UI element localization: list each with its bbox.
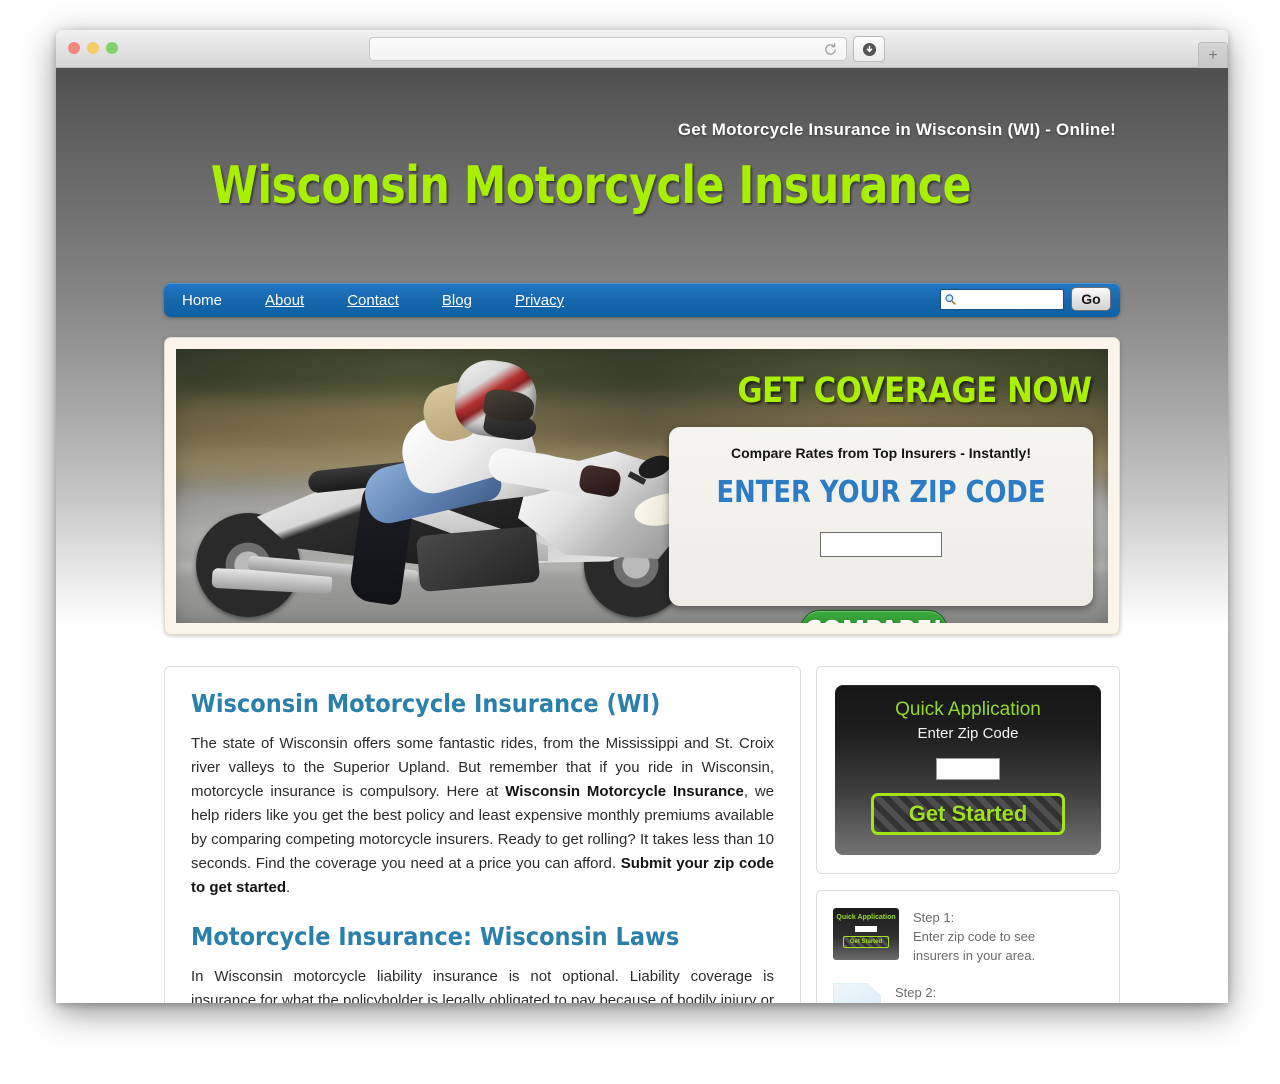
section-heading-laws: Motorcycle Insurance: Wisconsin Laws xyxy=(191,922,680,951)
search-input[interactable] xyxy=(957,291,1055,308)
search-icon xyxy=(945,294,956,305)
sidebar: Quick Application Enter Zip Code Get Sta… xyxy=(816,666,1120,1003)
nav-item-blog[interactable]: Blog xyxy=(442,292,496,309)
search-box[interactable] xyxy=(940,289,1064,310)
search-go-button[interactable]: Go xyxy=(1071,287,1111,311)
address-bar[interactable] xyxy=(369,37,847,61)
compare-button[interactable]: COMPARE! xyxy=(800,610,948,623)
quick-application-title: Quick Application xyxy=(895,699,1041,720)
window-controls[interactable] xyxy=(68,42,118,54)
page-viewport: Get Motorcycle Insurance in Wisconsin (W… xyxy=(56,68,1228,1003)
step-item: Step 2: xyxy=(833,983,1103,1003)
nav-item-privacy[interactable]: Privacy xyxy=(515,292,588,309)
steps-card: Quick Application Get Started Step 1: En… xyxy=(816,890,1120,1003)
browser-window: + Get Motorcycle Insurance in Wisconsin … xyxy=(56,30,1228,1003)
step-item: Quick Application Get Started Step 1: En… xyxy=(833,908,1103,965)
step-line-2: insurers in your area. xyxy=(913,948,1036,963)
maximize-window-button[interactable] xyxy=(106,42,118,54)
quick-application-thumbnail-icon: Quick Application Get Started xyxy=(833,908,899,960)
nav-item-about[interactable]: About xyxy=(265,292,328,309)
nav-item-contact[interactable]: Contact xyxy=(347,292,423,309)
intro-paragraph: The state of Wisconsin offers some fanta… xyxy=(191,732,774,900)
main-navigation: Home About Contact Blog Privacy Go xyxy=(164,283,1120,317)
download-button[interactable] xyxy=(853,36,885,62)
thumbnail-title: Quick Application xyxy=(836,914,896,921)
laws-paragraph: In Wisconsin motorcycle liability insura… xyxy=(191,968,774,1003)
paragraph-text: . xyxy=(286,879,291,896)
new-tab-button[interactable]: + xyxy=(1198,42,1228,68)
page-title: Wisconsin Motorcycle Insurance (WI) xyxy=(191,689,661,718)
hero-motorcycle-photo: GET COVERAGE NOW Compare Rates from Top … xyxy=(176,349,1108,623)
download-icon xyxy=(862,42,876,56)
step-line-1: Enter zip code to see xyxy=(913,929,1036,944)
site-title: Wisconsin Motorcycle Insurance xyxy=(210,156,972,216)
new-tab-label: + xyxy=(1208,46,1218,64)
browser-toolbar: + xyxy=(56,30,1228,68)
zip-panel-title: ENTER YOUR ZIP CODE xyxy=(716,475,1046,510)
step-description: Step 2: xyxy=(895,983,936,1003)
step-label: Step 2: xyxy=(895,985,937,1000)
reload-icon[interactable] xyxy=(823,42,838,57)
engine-block xyxy=(415,525,541,593)
motorcycle-illustration xyxy=(188,355,748,617)
quick-application-widget: Quick Application Enter Zip Code Get Sta… xyxy=(835,685,1101,855)
quick-application-subtitle: Enter Zip Code xyxy=(917,725,1019,742)
nav-item-home[interactable]: Home xyxy=(182,292,246,309)
zip-code-panel: Compare Rates from Top Insurers - Instan… xyxy=(669,427,1093,606)
main-content-card: Wisconsin Motorcycle Insurance (WI) The … xyxy=(164,666,801,1003)
step-label: Step 1: xyxy=(913,910,955,925)
site-tagline: Get Motorcycle Insurance in Wisconsin (W… xyxy=(677,120,1116,139)
document-icon xyxy=(833,983,881,1003)
sidebar-zip-input[interactable] xyxy=(936,758,1000,780)
hero-banner: GET COVERAGE NOW Compare Rates from Top … xyxy=(164,337,1120,635)
paragraph-bold: Wisconsin Motorcycle Insurance xyxy=(505,783,744,800)
get-started-button[interactable]: Get Started xyxy=(871,793,1065,835)
thumbnail-button: Get Started xyxy=(843,936,889,948)
zip-panel-subtitle: Compare Rates from Top Insurers - Instan… xyxy=(730,445,1031,461)
close-window-button[interactable] xyxy=(68,42,80,54)
step-description: Step 1: Enter zip code to see insurers i… xyxy=(913,908,1035,965)
quick-application-card: Quick Application Enter Zip Code Get Sta… xyxy=(816,666,1120,874)
minimize-window-button[interactable] xyxy=(87,42,99,54)
nav-item-list: Home About Contact Blog Privacy xyxy=(164,292,607,309)
thumbnail-input xyxy=(855,926,877,932)
hero-heading: GET COVERAGE NOW xyxy=(737,371,1093,411)
hero-zip-input[interactable] xyxy=(820,532,942,557)
